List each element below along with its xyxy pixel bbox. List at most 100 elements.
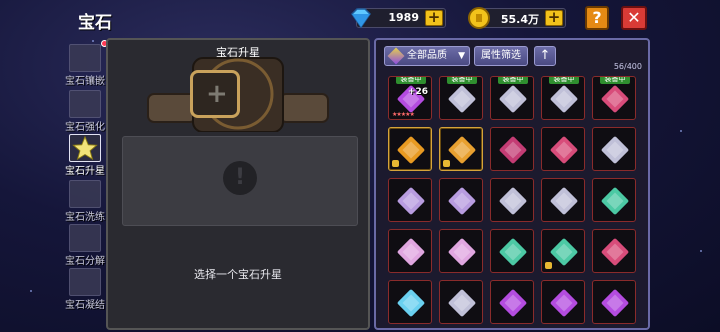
- star-rating-icon: ★★★★★: [392, 111, 415, 118]
- gem-cell[interactable]: [490, 229, 534, 273]
- nav-label: 宝石强化: [65, 122, 105, 133]
- lock-icon: [443, 160, 450, 167]
- nav-item-gem-inlay[interactable]: 宝石镶嵌: [65, 40, 108, 87]
- gem-icon: [549, 135, 579, 165]
- gem-cell[interactable]: [388, 280, 432, 324]
- gem-cell[interactable]: [490, 178, 534, 222]
- upgrade-panel: 宝石升星 + ! 选择一个宝石升星: [106, 38, 370, 330]
- add-diamond-button[interactable]: +: [425, 10, 443, 26]
- gem-icon: [600, 84, 630, 114]
- gem-icon: [498, 186, 528, 216]
- lock-icon: [545, 262, 552, 269]
- gem-cell[interactable]: [592, 229, 636, 273]
- gem-icon: [447, 288, 477, 318]
- page-title: 宝石: [78, 13, 112, 33]
- upgrade-info-placeholder: !: [122, 136, 358, 226]
- gem-cell[interactable]: 装备中: [592, 76, 636, 120]
- gem-icon: [498, 237, 528, 267]
- gem-cell[interactable]: [439, 280, 483, 324]
- gem-cell[interactable]: [541, 229, 585, 273]
- chevron-down-icon: ▼: [458, 51, 465, 61]
- gem-cell[interactable]: [541, 280, 585, 324]
- gem-cell[interactable]: [592, 280, 636, 324]
- equipped-badge: 装备中: [549, 77, 579, 84]
- gem-enhance-icon: [69, 90, 101, 118]
- star-decoration: [30, 290, 32, 292]
- lock-icon: [392, 160, 399, 167]
- warning-icon: !: [223, 161, 257, 195]
- gem-cell[interactable]: [490, 280, 534, 324]
- gem-cell[interactable]: [388, 127, 432, 171]
- gem-icon: [447, 237, 477, 267]
- gem-icon: [447, 84, 477, 114]
- nav-item-gem-refine[interactable]: 宝石洗练: [65, 178, 105, 223]
- equipped-badge: 装备中: [396, 77, 426, 84]
- gem-condense-icon: [69, 268, 101, 296]
- gem-cell[interactable]: [592, 127, 636, 171]
- gold-amount: 55.4万: [500, 13, 539, 26]
- gem-icon: [387, 47, 405, 65]
- gem-icon: [447, 135, 477, 165]
- nav-item-gem-condense[interactable]: 宝石凝结: [65, 266, 105, 311]
- gem-icon: [549, 237, 579, 267]
- gem-icon: [396, 186, 426, 216]
- gem-cell[interactable]: [592, 178, 636, 222]
- gem-icon: [396, 288, 426, 318]
- gem-icon: [396, 135, 426, 165]
- diamond-counter: 1989 +: [351, 8, 446, 29]
- gem-cell[interactable]: 装备中: [541, 76, 585, 120]
- gem-cell[interactable]: [439, 229, 483, 273]
- gem-inventory: 全部品质 ▼ 属性筛选 ↑ 56/400 装备中 +26 ★★★★★ 装备中 装备中 装备…: [374, 38, 650, 330]
- select-gem-hint: 选择一个宝石升星: [194, 268, 282, 281]
- gem-icon: [447, 186, 477, 216]
- nav-label: 宝石升星: [65, 166, 105, 177]
- equipped-badge: 装备中: [447, 77, 477, 84]
- gem-icon: [600, 237, 630, 267]
- gem-icon: [600, 288, 630, 318]
- nav-item-gem-enhance[interactable]: 宝石强化: [65, 88, 105, 133]
- gem-icon: [549, 186, 579, 216]
- gem-refine-icon: [69, 180, 101, 208]
- nav-label: 宝石分解: [65, 256, 105, 267]
- quality-filter-dropdown[interactable]: 全部品质 ▼: [384, 46, 470, 66]
- star-decoration: [680, 130, 682, 132]
- gem-icon: [396, 237, 426, 267]
- nav-label: 宝石洗练: [65, 212, 105, 223]
- sort-button[interactable]: ↑: [534, 46, 556, 66]
- gem-cell[interactable]: [388, 229, 432, 273]
- gem-cell[interactable]: 装备中: [490, 76, 534, 120]
- gem-slot[interactable]: +: [190, 70, 240, 118]
- gem-cell[interactable]: 装备中 +26 ★★★★★: [388, 76, 432, 120]
- gem-icon: [549, 84, 579, 114]
- gem-icon: [549, 288, 579, 318]
- add-gem-icon: +: [206, 79, 228, 109]
- gem-cell[interactable]: [388, 178, 432, 222]
- gem-cell[interactable]: [439, 127, 483, 171]
- gold-coin-icon: [468, 7, 490, 29]
- nav-item-star-upgrade[interactable]: 宝石升星: [65, 132, 105, 177]
- nav-label: 宝石镶嵌: [65, 76, 105, 87]
- star-upgrade-icon: [69, 134, 101, 162]
- help-button[interactable]: ?: [585, 6, 609, 30]
- close-button[interactable]: ✕: [621, 6, 647, 30]
- gem-level: +26: [407, 87, 428, 97]
- attribute-filter-button[interactable]: 属性筛选: [474, 46, 528, 66]
- quality-filter-label: 全部品质: [407, 50, 447, 61]
- gem-cell[interactable]: [490, 127, 534, 171]
- gem-icon: [600, 186, 630, 216]
- gem-icon: [600, 135, 630, 165]
- equipped-badge: 装备中: [498, 77, 528, 84]
- gem-icon: [498, 84, 528, 114]
- add-gold-button[interactable]: +: [545, 10, 563, 26]
- gem-cell[interactable]: [541, 178, 585, 222]
- gem-cell[interactable]: [541, 127, 585, 171]
- gem-cell[interactable]: [439, 178, 483, 222]
- nav-item-gem-decompose[interactable]: 宝石分解: [65, 222, 105, 267]
- star-decoration: [700, 250, 702, 252]
- gem-icon: [498, 288, 528, 318]
- diamond-amount: 1989: [388, 11, 419, 24]
- gem-cell[interactable]: 装备中: [439, 76, 483, 120]
- gem-icon: [498, 135, 528, 165]
- gem-decompose-icon: [69, 224, 101, 252]
- diamond-icon: [351, 8, 371, 29]
